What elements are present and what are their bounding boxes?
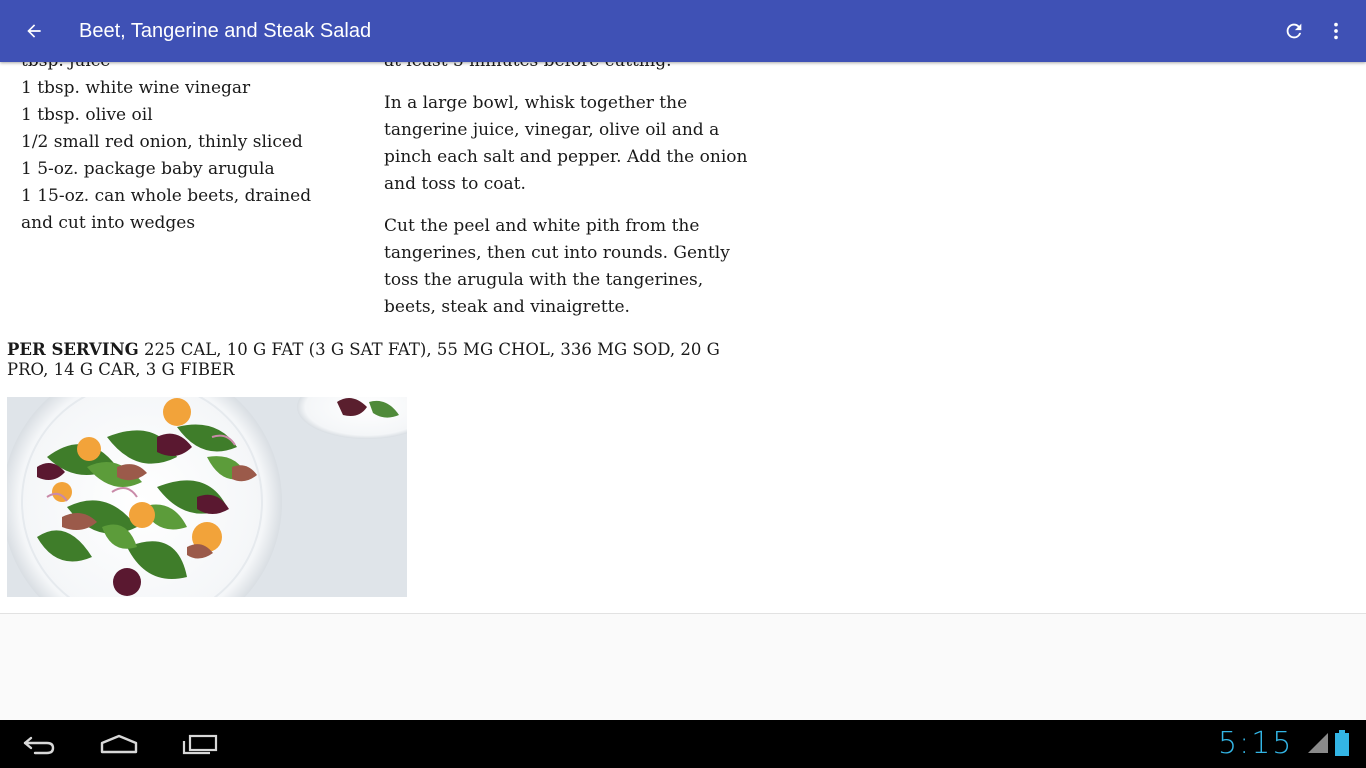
battery-indicator	[1335, 730, 1349, 760]
status-clock: 5:15	[1218, 726, 1294, 761]
nav-home-icon	[100, 734, 138, 754]
ingredient-item: 1 5-oz. package baby arugula	[21, 159, 275, 179]
system-navigation-bar: 5:15	[0, 720, 1366, 768]
ingredient-item: 1 15-oz. can whole beets, drained	[21, 186, 312, 206]
nav-back-button[interactable]	[15, 728, 63, 760]
ingredient-item: 1 tbsp. olive oil	[21, 105, 153, 125]
signal-indicator	[1306, 732, 1330, 758]
recipe-content[interactable]: tbsp. juice 1 tbsp. white wine vinegar 1…	[0, 0, 1366, 613]
ingredients-list: tbsp. juice 1 tbsp. white wine vinegar 1…	[21, 48, 321, 237]
app-bar: Beet, Tangerine and Steak Salad	[0, 0, 1366, 62]
nav-recents-icon	[182, 734, 218, 755]
salad-photo	[7, 397, 407, 597]
empty-footer-area	[0, 613, 1366, 721]
more-vert-icon	[1334, 22, 1338, 40]
nutrition-info: PER SERVING 225 CAL, 10 G FAT (3 G SAT F…	[7, 340, 747, 380]
nutrition-label: PER SERVING	[7, 340, 139, 359]
refresh-icon	[1286, 23, 1302, 39]
screen: tbsp. juice 1 tbsp. white wine vinegar 1…	[0, 0, 1366, 768]
signal-icon	[1308, 733, 1328, 753]
page-title: Beet, Tangerine and Steak Salad	[79, 20, 372, 42]
back-button[interactable]	[18, 15, 50, 47]
salad-photo-illustration	[7, 397, 407, 597]
battery-icon	[1335, 730, 1349, 756]
directions: at least 5 minutes before cutting. In a …	[384, 48, 754, 336]
direction-step: In a large bowl, whisk together the tang…	[384, 93, 748, 194]
overflow-menu-button[interactable]	[1320, 15, 1352, 47]
nav-recents-button[interactable]	[176, 728, 224, 760]
nav-home-button[interactable]	[95, 728, 143, 760]
arrow-back-icon	[27, 24, 41, 38]
ingredient-item: 1/2 small red onion, thinly sliced	[21, 132, 303, 152]
ingredient-item: 1 tbsp. white wine vinegar	[21, 78, 251, 98]
ingredient-item: and cut into wedges	[21, 213, 196, 233]
refresh-button[interactable]	[1278, 15, 1310, 47]
direction-step: Cut the peel and white pith from the tan…	[384, 216, 730, 317]
nav-back-icon	[23, 736, 55, 755]
